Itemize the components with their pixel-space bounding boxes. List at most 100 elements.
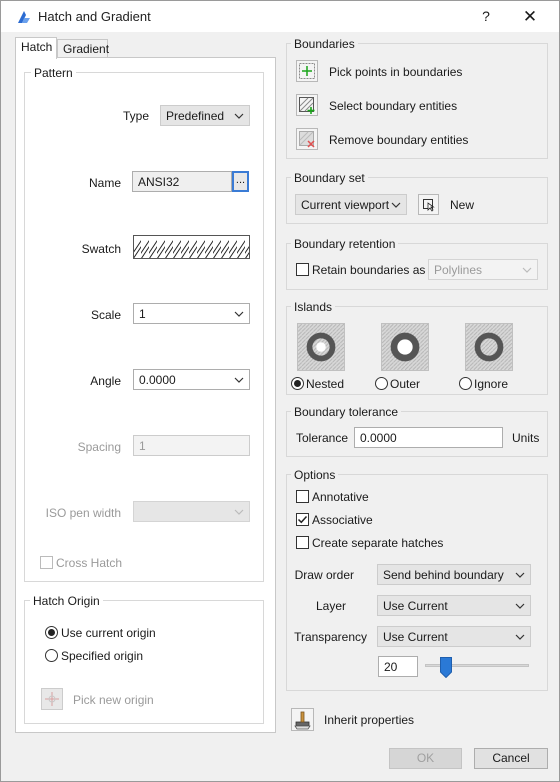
pattern-group-title: Pattern [31, 66, 76, 80]
chevron-down-icon [522, 267, 532, 273]
swatch-label: Swatch [81, 242, 121, 256]
pick-points-label[interactable]: Pick points in boundaries [329, 65, 462, 79]
pick-points-icon [299, 63, 315, 79]
chevron-down-icon [391, 202, 401, 208]
associative-checkbox[interactable] [296, 513, 309, 526]
select-entities-icon [299, 97, 315, 114]
annotative-checkbox[interactable] [296, 490, 309, 503]
pick-points-button[interactable] [296, 60, 318, 82]
browse-pattern-button[interactable]: ... [232, 171, 249, 192]
name-field[interactable]: ANSI32 [132, 171, 232, 192]
draw-order-label: Draw order [294, 568, 354, 582]
nested-label: Nested [306, 377, 345, 391]
checkmark-icon [297, 515, 308, 524]
tolerance-label: Tolerance [296, 431, 349, 445]
retain-boundaries-label: Retain boundaries as [312, 263, 426, 277]
separate-hatches-label: Create separate hatches [312, 536, 444, 550]
type-label: Type [122, 109, 149, 123]
chevron-down-icon [234, 377, 244, 383]
scale-dropdown[interactable]: 1 [133, 303, 250, 324]
cross-hatch-label: Cross Hatch [56, 556, 123, 570]
specified-origin-radio[interactable] [45, 649, 58, 662]
title-bar: Hatch and Gradient ? ✕ [1, 1, 559, 32]
layer-dropdown[interactable]: Use Current [377, 595, 531, 616]
ignore-radio[interactable] [459, 377, 472, 390]
remove-entities-button[interactable] [296, 128, 318, 150]
cross-hatch-checkbox[interactable] [40, 556, 53, 569]
retain-type-dropdown[interactable]: Polylines [428, 259, 538, 280]
boundary-set-value: Current viewport [301, 198, 390, 212]
boundary-tolerance-title: Boundary tolerance [291, 405, 402, 419]
cancel-button[interactable]: Cancel [474, 748, 548, 769]
type-dropdown[interactable]: Predefined [160, 105, 250, 126]
annotative-label: Annotative [312, 490, 369, 504]
chevron-down-icon [234, 113, 244, 119]
options-title: Options [291, 468, 339, 482]
chevron-down-icon [234, 509, 244, 515]
spacing-label: Spacing [77, 440, 121, 454]
islands-title: Islands [291, 300, 336, 314]
outer-label: Outer [390, 377, 421, 391]
window-title: Hatch and Gradient [38, 9, 151, 24]
boundaries-title: Boundaries [291, 37, 358, 51]
ignore-island-icon[interactable] [465, 323, 513, 371]
ok-button[interactable]: OK [389, 748, 462, 769]
nested-radio[interactable] [291, 377, 304, 390]
separate-hatches-checkbox[interactable] [296, 536, 309, 549]
new-boundary-set-button[interactable] [418, 194, 439, 215]
draw-order-dropdown[interactable]: Send behind boundary [377, 564, 531, 585]
iso-pen-width-label: ISO pen width [45, 506, 121, 520]
help-button[interactable]: ? [471, 4, 501, 29]
specified-origin-label: Specified origin [61, 649, 144, 663]
transparency-amount-field[interactable]: 20 [378, 656, 418, 677]
brush-icon [294, 711, 311, 730]
transparency-label: Transparency [294, 630, 367, 644]
inherit-properties-label[interactable]: Inherit properties [324, 713, 414, 727]
associative-label: Associative [312, 513, 373, 527]
tab-gradient[interactable]: Gradient [57, 39, 109, 59]
draw-order-value: Send behind boundary [383, 568, 504, 582]
layer-value: Use Current [383, 599, 448, 613]
select-entities-button[interactable] [296, 94, 318, 116]
retain-boundaries-checkbox[interactable] [296, 263, 309, 276]
select-cursor-icon [423, 199, 435, 212]
outer-island-icon[interactable] [381, 323, 429, 371]
angle-dropdown[interactable]: 0.0000 [133, 369, 250, 390]
spacing-field[interactable]: 1 [133, 435, 250, 456]
boundary-set-dropdown[interactable]: Current viewport [295, 194, 407, 215]
hatch-gradient-dialog: Hatch and Gradient ? ✕ Hatch Gradient Pa… [0, 0, 560, 782]
outer-radio[interactable] [375, 377, 388, 390]
close-button[interactable]: ✕ [513, 4, 547, 29]
remove-entities-label[interactable]: Remove boundary entities [329, 133, 468, 147]
chevron-down-icon [234, 311, 244, 317]
transparency-dropdown[interactable]: Use Current [377, 626, 531, 647]
crosshair-icon [45, 692, 59, 706]
pick-new-origin-label: Pick new origin [73, 693, 154, 707]
ignore-label: Ignore [474, 377, 509, 391]
chevron-down-icon [515, 603, 525, 609]
nested-island-icon[interactable] [297, 323, 345, 371]
swatch-preview[interactable] [133, 235, 250, 259]
scale-label: Scale [90, 308, 121, 322]
new-label: New [450, 198, 475, 212]
boundary-retention-title: Boundary retention [291, 237, 399, 251]
app-logo-icon [18, 11, 30, 23]
use-current-origin-radio[interactable] [45, 626, 58, 639]
scale-value: 1 [139, 307, 146, 321]
tab-hatch[interactable]: Hatch [15, 37, 57, 59]
inherit-properties-button[interactable] [291, 708, 314, 731]
iso-pen-width-dropdown[interactable] [133, 501, 250, 522]
layer-label: Layer [315, 599, 346, 613]
pick-new-origin-button[interactable] [41, 688, 63, 710]
tolerance-field[interactable]: 0.0000 [354, 427, 503, 448]
select-entities-label[interactable]: Select boundary entities [329, 99, 457, 113]
type-value: Predefined [166, 109, 225, 123]
boundary-set-title: Boundary set [291, 171, 368, 185]
remove-entities-icon [299, 131, 315, 148]
name-label: Name [88, 176, 121, 190]
retain-type-value: Polylines [434, 263, 483, 277]
transparency-value: Use Current [383, 630, 448, 644]
chevron-down-icon [515, 634, 525, 640]
transparency-slider-thumb[interactable] [439, 657, 452, 678]
angle-label: Angle [90, 374, 121, 388]
